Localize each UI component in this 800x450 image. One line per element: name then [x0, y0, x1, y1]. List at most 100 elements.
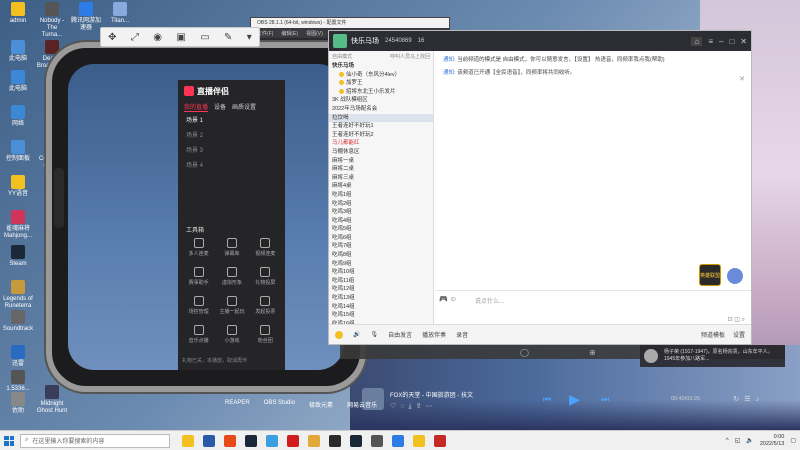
prev-icon[interactable]: ⏮: [543, 394, 551, 405]
scene-item[interactable]: 场景 2: [178, 127, 285, 142]
channel-item[interactable]: 马棚休息区: [329, 148, 433, 157]
close-icon[interactable]: ✕: [740, 37, 747, 46]
channel-item[interactable]: 吃鸡15组: [329, 311, 433, 320]
channel-item[interactable]: 吃鸡10组: [329, 268, 433, 277]
pointer-icon[interactable]: ✥: [108, 32, 116, 43]
desktop-icon[interactable]: 1.5336...: [2, 370, 34, 393]
live-companion-panel[interactable]: 直播伴侣 我的直播 设备 画质设置 场景 1 场景 2 场景 3 场景 4 工具…: [178, 80, 285, 370]
channel-item[interactable]: 拉饮喝: [329, 113, 433, 123]
desktop-icon[interactable]: Soundtrack: [2, 310, 34, 333]
expand-icon[interactable]: ⤢: [131, 32, 139, 43]
channel-item[interactable]: 2022年马场配名会: [329, 105, 433, 114]
tool-item[interactable]: 粉丝团: [249, 325, 282, 344]
channel-item[interactable]: 王者连好不好玩1: [329, 122, 433, 131]
tool-item[interactable]: 虚拟形象: [215, 267, 248, 286]
collapse-icon[interactable]: ▾: [247, 32, 252, 43]
lyric-icon[interactable]: ◯: [520, 348, 529, 357]
desktop-icon[interactable]: admin: [2, 2, 34, 25]
taskbar-app-icon[interactable]: [329, 434, 341, 447]
next-icon[interactable]: ⏭: [601, 394, 609, 405]
download-icon[interactable]: ⤓: [408, 403, 415, 410]
play-icon[interactable]: ▶: [569, 392, 583, 406]
channel-item[interactable]: 吃鸡8组: [329, 251, 433, 260]
chat-window[interactable]: 快乐马场 24540869 16 ⌂ ≡ – □ ✕ 自由模式 呼叫人员马上找回…: [328, 30, 752, 345]
share-icon[interactable]: ⇪: [416, 403, 426, 410]
tool-item[interactable]: 音乐点播: [182, 325, 215, 344]
tool-item[interactable]: 小游戏: [215, 325, 248, 344]
template-button[interactable]: 频道模板: [701, 330, 725, 339]
channel-item[interactable]: 快乐马场: [329, 62, 433, 71]
channel-item[interactable]: 仙小奇（东风分4lev）: [329, 71, 433, 80]
accompany-button[interactable]: 播放伴奏: [422, 330, 446, 339]
tool-item[interactable]: 多人连麦: [182, 238, 215, 257]
channel-item[interactable]: 吃鸡11组: [329, 277, 433, 286]
channel-item[interactable]: 麻将一桌: [329, 157, 433, 166]
channel-mode[interactable]: 自由模式: [332, 53, 352, 60]
home-icon[interactable]: ⌂: [691, 36, 703, 46]
taskbar-app-icon[interactable]: [245, 434, 257, 447]
desktop-icon[interactable]: 雀魂麻将 Mahjong...: [2, 210, 34, 240]
emoji-icon[interactable]: 🎮 ☺: [439, 295, 457, 303]
tool-item[interactable]: 视频连麦: [249, 238, 282, 257]
scene-item[interactable]: 场景 3: [178, 142, 285, 157]
input-tools[interactable]: ⊡ ◫ ⌕: [728, 316, 745, 324]
maximize-icon[interactable]: □: [729, 37, 734, 46]
speaker-icon[interactable]: 🔊: [353, 331, 360, 338]
scene-item[interactable]: 场景 1: [178, 112, 285, 127]
desktop-icon[interactable]: Midnight Ghost Hunt: [36, 385, 68, 415]
game-icon[interactable]: 英雄联盟: [699, 264, 721, 286]
playlist-icon[interactable]: ☰: [744, 396, 755, 403]
channel-item[interactable]: 吃鸡5组: [329, 225, 433, 234]
tool-item[interactable]: 弹幕库: [215, 238, 248, 257]
dock-item[interactable]: REAPER: [225, 400, 250, 409]
tool-item[interactable]: 赛事助手: [182, 267, 215, 286]
free-speak-button[interactable]: 自由发言: [388, 330, 412, 339]
channel-item[interactable]: 吃鸡1组: [329, 191, 433, 200]
dock-item[interactable]: 极致元素: [309, 400, 333, 409]
clock[interactable]: 0:00 2022/5/13: [760, 434, 784, 448]
taskbar-app-icon[interactable]: [308, 434, 320, 447]
tab-my-live[interactable]: 我的直播: [184, 102, 209, 112]
taskbar-app-icon[interactable]: [350, 434, 362, 447]
desktop-icon[interactable]: 腾讯网游加速器: [70, 2, 102, 32]
desktop-icon[interactable]: 佐助: [2, 392, 34, 415]
taskbar-app-icon[interactable]: [182, 434, 194, 447]
camera-icon[interactable]: ◉: [153, 32, 162, 43]
channel-item[interactable]: 王者连好不好玩2: [329, 131, 433, 140]
channel-item[interactable]: 吃鸡12组: [329, 285, 433, 294]
notice-close-icon[interactable]: ✕: [739, 75, 745, 83]
notification-icon[interactable]: ▢: [790, 437, 796, 444]
news-card[interactable]: 杨子荣 (1917-1947)，原名杨宗贵，山东牟平人。1945年参加八路军..…: [640, 345, 785, 367]
channel-item[interactable]: 麻将4桌: [329, 182, 433, 191]
obs-menu-edit[interactable]: 编辑(E): [281, 30, 298, 37]
assistant-icon[interactable]: [727, 268, 743, 284]
desktop-icon[interactable]: 此电脑: [2, 70, 34, 93]
pin-icon[interactable]: ⊕: [589, 348, 596, 357]
channel-item[interactable]: 麻将三桌: [329, 174, 433, 183]
minimize-icon[interactable]: –: [719, 37, 723, 46]
obs-menu-view[interactable]: 视图(V): [306, 30, 323, 37]
desktop-icon[interactable]: 控制面板: [2, 140, 34, 163]
list-icon[interactable]: ≡: [708, 37, 713, 46]
channel-call[interactable]: 呼叫人员马上找回: [390, 53, 430, 60]
tool-item[interactable]: 发起投票: [249, 296, 282, 315]
channel-item[interactable]: 马儿都能红: [329, 139, 433, 148]
channel-item[interactable]: 吃鸡2组: [329, 200, 433, 209]
channel-item[interactable]: 吃鸡3组: [329, 208, 433, 217]
tab-quality[interactable]: 画质设置: [232, 102, 256, 112]
taskbar-app-icon[interactable]: [371, 434, 383, 447]
taskbar-app-icon[interactable]: [224, 434, 236, 447]
desktop-icon[interactable]: 此电脑: [2, 40, 34, 63]
taskbar-app-icon[interactable]: [392, 434, 404, 447]
network-icon[interactable]: ◱: [735, 437, 741, 444]
heart-icon[interactable]: ♡: [390, 403, 400, 410]
channel-item[interactable]: 吃鸡14组: [329, 303, 433, 312]
tray-chevron-icon[interactable]: ^: [726, 438, 729, 444]
channel-item[interactable]: 加罗王: [329, 79, 433, 88]
screen-icon[interactable]: ▭: [200, 32, 209, 43]
settings-button[interactable]: 设置: [733, 330, 745, 339]
desktop-icon[interactable]: YY语音: [2, 175, 34, 198]
tool-item[interactable]: 场控管理: [182, 296, 215, 315]
desktop-icon[interactable]: Steam: [2, 245, 34, 268]
record-button[interactable]: 录音: [456, 330, 468, 339]
